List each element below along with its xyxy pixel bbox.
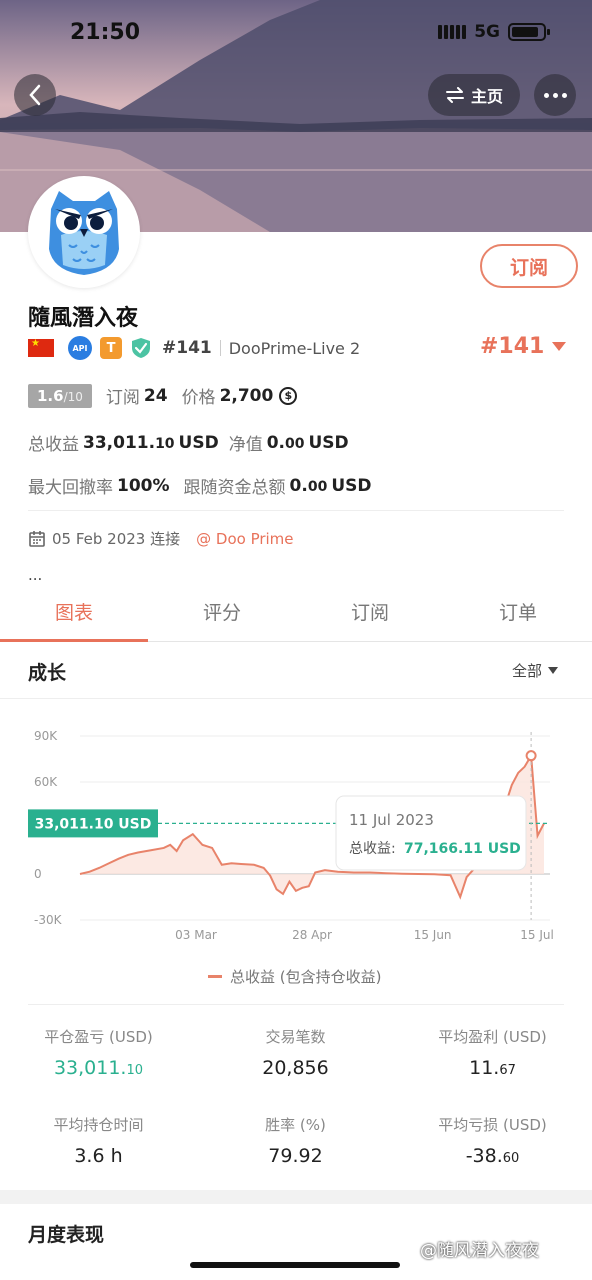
swap-icon xyxy=(445,87,464,103)
caret-down-icon xyxy=(552,342,567,351)
tooltip-box xyxy=(335,795,527,871)
more-button[interactable] xyxy=(534,74,576,116)
growth-chart: 90K 60K 0 -30K 03 Mar 28 Apr 15 Jun 15 Jul 33,01… xyxy=(28,729,554,942)
connect-date: 05 Feb 2023 连接 xyxy=(52,530,181,548)
score-row: 1.6/10 订阅 24 价格 2,700 $ xyxy=(28,383,298,408)
x-tick-label: 15 Jun xyxy=(414,928,452,942)
drawdown-value: 100% xyxy=(117,475,170,496)
tab-bar: 图表 评分 订阅 订单 xyxy=(0,592,592,642)
total-profit-value: 33,011.10 xyxy=(83,432,175,453)
tooltip-value: 77,166.11 USD xyxy=(404,841,521,857)
net-value-unit: USD xyxy=(308,432,349,453)
tab-subscribe[interactable]: 订阅 xyxy=(296,592,444,641)
trader-name: 隨風潛入夜 xyxy=(28,306,139,331)
total-profit-label: 总收益 xyxy=(28,435,79,455)
chevron-left-icon xyxy=(29,84,41,106)
back-button[interactable] xyxy=(14,74,56,116)
y-tick-label: 60K xyxy=(34,775,58,789)
price-label: 价格 xyxy=(181,388,216,408)
coin-icon: $ xyxy=(279,386,298,405)
subscribe-count: 24 xyxy=(143,385,168,406)
watermark: @随风潜入夜夜 xyxy=(420,1241,539,1261)
subscribe-count-label: 订阅 xyxy=(105,388,140,408)
total-profit-unit: USD xyxy=(178,432,219,453)
range-filter[interactable]: 全部 xyxy=(512,660,559,681)
x-tick-label: 28 Apr xyxy=(292,928,332,942)
china-flag-icon xyxy=(28,338,54,357)
tooltip-label: 总收益: xyxy=(349,841,396,857)
monthly-title: 月度表现 xyxy=(28,1224,105,1246)
signal-icon xyxy=(438,25,467,39)
x-tick-label: 15 Jul xyxy=(520,928,554,942)
stat-avg-profit: 平均盈利 (USD) 11.67 xyxy=(438,1028,547,1079)
follow-fund-value: 0.00 xyxy=(289,475,328,496)
rank-big: #141 xyxy=(480,334,545,359)
divider xyxy=(28,1004,564,1005)
t-badge: T xyxy=(100,337,122,359)
tab-orders[interactable]: 订单 xyxy=(444,592,592,641)
chart-legend: 总收益 (包含持仓收益) xyxy=(208,966,381,987)
subscribe-button[interactable]: 订阅 xyxy=(480,244,578,288)
legend-swatch xyxy=(208,975,222,978)
drawdown-label: 最大回撤率 xyxy=(28,478,113,498)
tab-chart[interactable]: 图表 xyxy=(0,592,148,642)
growth-title: 成长 xyxy=(28,662,67,684)
stat-win-rate: 胜率 (%) 79.92 xyxy=(265,1116,326,1167)
rank-small: #141 xyxy=(162,338,212,358)
avatar xyxy=(28,176,140,288)
legend-label: 总收益 (包含持仓收益) xyxy=(230,968,382,986)
net-value: 0.00 xyxy=(266,432,305,453)
home-indicator xyxy=(190,1262,400,1268)
price-value: 2,700 xyxy=(219,385,274,406)
stat-avg-loss: 平均亏损 (USD) -38.60 xyxy=(438,1116,547,1167)
api-badge: API xyxy=(68,336,92,360)
y-tick-label: 90K xyxy=(34,729,58,743)
drawdown-row: 最大回撤率 100% 跟随资金总额 0.00 USD xyxy=(28,473,372,499)
rank-dropdown[interactable]: #141 xyxy=(480,334,567,359)
caret-down-icon xyxy=(548,667,559,674)
range-filter-label: 全部 xyxy=(512,662,543,680)
owl-icon xyxy=(49,191,119,275)
score-badge: 1.6/10 xyxy=(28,383,92,408)
tooltip-date: 11 Jul 2023 xyxy=(349,811,434,829)
broker-link[interactable]: @ Doo Prime xyxy=(196,530,293,548)
status-icons: 5G xyxy=(438,22,550,42)
status-time: 21:50 xyxy=(70,20,141,45)
follow-fund-label: 跟随资金总额 xyxy=(183,478,286,498)
network-type: 5G xyxy=(474,22,500,42)
home-label: 主页 xyxy=(470,87,503,106)
x-tick-label: 03 Mar xyxy=(175,928,217,942)
stat-closed-pnl: 平仓盈亏 (USD) 33,011.10 xyxy=(44,1028,153,1079)
broker-name: DooPrime-Live 2 xyxy=(228,338,361,358)
calendar-icon xyxy=(29,530,45,547)
profit-row: 总收益 33,011.10 USD 净值 0.00 USD xyxy=(28,430,349,456)
y-tick-label: 0 xyxy=(34,867,42,881)
battery-icon xyxy=(508,23,550,41)
divider xyxy=(219,340,221,356)
current-value-label: 33,011.10 USD xyxy=(35,816,152,832)
follow-fund-unit: USD xyxy=(331,475,372,496)
stat-trade-count: 交易笔数 20,856 xyxy=(262,1028,329,1079)
home-button[interactable]: 主页 xyxy=(428,74,520,116)
section-separator xyxy=(0,1190,592,1204)
net-value-label: 净值 xyxy=(228,435,263,455)
divider xyxy=(0,698,592,699)
divider xyxy=(28,510,564,511)
y-tick-label: -30K xyxy=(34,913,63,927)
stat-avg-hold-time: 平均持仓时间 3.6 h xyxy=(53,1116,144,1167)
peak-marker xyxy=(525,750,537,762)
verified-shield-icon xyxy=(132,338,150,358)
tag-row: API T #141 DooPrime-Live 2 xyxy=(28,336,360,360)
more-info[interactable]: ... xyxy=(28,566,42,584)
tab-rating[interactable]: 评分 xyxy=(148,592,296,641)
connect-row: 05 Feb 2023 连接 @ Doo Prime xyxy=(28,528,294,549)
